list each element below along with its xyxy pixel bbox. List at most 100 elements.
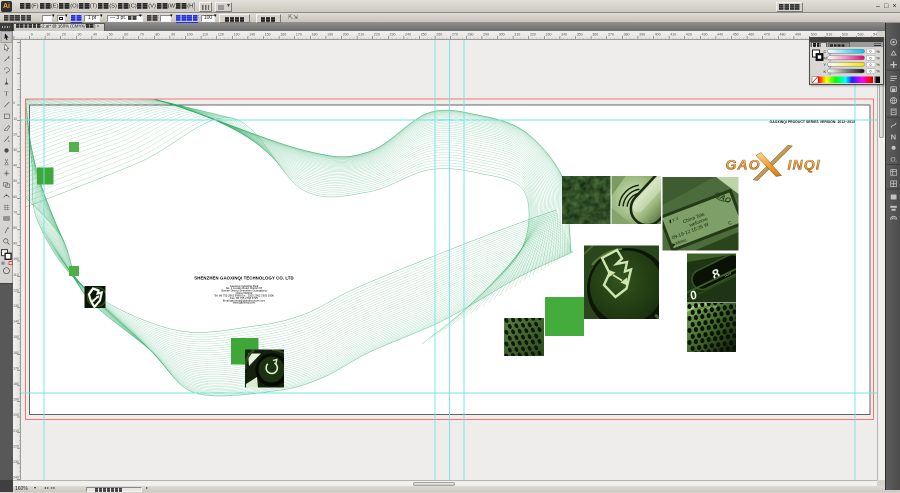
svg-text:60: 60 — [124, 33, 128, 37]
svg-text:190: 190 — [327, 33, 333, 37]
svg-text:www.gaoxinqi.com: www.gaoxinqi.com — [233, 301, 256, 305]
svg-text:120: 120 — [13, 288, 19, 292]
svg-text:180: 180 — [13, 382, 19, 386]
svg-text:N: N — [891, 132, 896, 141]
svg-text:30: 30 — [78, 33, 82, 37]
svg-text:150: 150 — [265, 33, 271, 37]
svg-text:240: 240 — [13, 476, 19, 480]
svg-text:160: 160 — [13, 351, 19, 355]
svg-text:430: 430 — [702, 33, 708, 37]
svg-text:30: 30 — [13, 148, 17, 152]
svg-text:160: 160 — [280, 33, 286, 37]
svg-text:60: 60 — [13, 195, 17, 199]
svg-text:20: 20 — [13, 132, 17, 136]
svg-text:70: 70 — [13, 210, 17, 214]
svg-text:420: 420 — [686, 33, 692, 37]
svg-text:130: 130 — [234, 33, 240, 37]
svg-text:0: 0 — [870, 69, 872, 73]
svg-text:200: 200 — [343, 33, 349, 37]
svg-text:100: 100 — [13, 257, 19, 261]
svg-text:GAOXINQI PRODUCT SERIES VERSIO: GAOXINQI PRODUCT SERIES VERSION: 2012~20… — [770, 120, 856, 124]
svg-text:530: 530 — [858, 33, 864, 37]
svg-text:370: 370 — [608, 33, 614, 37]
svg-text:340: 340 — [561, 33, 567, 37]
svg-text:70: 70 — [140, 33, 144, 37]
svg-text:320: 320 — [530, 33, 536, 37]
svg-text:220: 220 — [374, 33, 380, 37]
svg-text:460: 460 — [748, 33, 754, 37]
svg-text:270: 270 — [452, 33, 458, 37]
svg-text:100: 100 — [187, 33, 193, 37]
svg-text:M: M — [824, 56, 827, 60]
svg-text:350: 350 — [577, 33, 583, 37]
svg-text:280: 280 — [468, 33, 474, 37]
svg-text:380: 380 — [624, 33, 630, 37]
svg-text:250: 250 — [421, 33, 427, 37]
svg-text:140: 140 — [13, 320, 19, 324]
svg-text:C: C — [824, 50, 827, 54]
svg-text:210: 210 — [358, 33, 364, 37]
svg-text:K: K — [824, 69, 827, 73]
svg-text:200: 200 — [13, 413, 19, 417]
svg-text:240: 240 — [405, 33, 411, 37]
svg-text:O,: O, — [890, 157, 897, 164]
svg-text:40: 40 — [13, 164, 17, 168]
svg-text:0: 0 — [870, 62, 872, 66]
svg-text:140: 140 — [249, 33, 255, 37]
svg-text:510: 510 — [826, 33, 832, 37]
svg-text:0: 0 — [870, 49, 872, 53]
svg-text:SHENZHEN GAOXINQI TECHNOLOGY C: SHENZHEN GAOXINQI TECHNOLOGY CO. LTD — [194, 276, 293, 281]
svg-text:90: 90 — [171, 33, 175, 37]
svg-text:150: 150 — [13, 335, 19, 339]
svg-text:210: 210 — [13, 429, 19, 433]
svg-text:230: 230 — [390, 33, 396, 37]
svg-text:10: 10 — [13, 117, 17, 121]
svg-text:490: 490 — [795, 33, 801, 37]
svg-text:330: 330 — [546, 33, 552, 37]
svg-text:500: 500 — [811, 33, 817, 37]
svg-text:80: 80 — [156, 33, 160, 37]
svg-text:120: 120 — [218, 33, 224, 37]
svg-text:110: 110 — [13, 273, 19, 277]
svg-text:110: 110 — [202, 33, 208, 37]
svg-text:400: 400 — [655, 33, 661, 37]
svg-text:410: 410 — [670, 33, 676, 37]
svg-text:40: 40 — [93, 33, 97, 37]
svg-text:INQI: INQI — [788, 157, 821, 173]
svg-text:170: 170 — [296, 33, 302, 37]
svg-text:450: 450 — [733, 33, 739, 37]
svg-text:0: 0 — [13, 101, 15, 105]
svg-text:540: 540 — [873, 33, 877, 37]
svg-text:%: % — [877, 63, 881, 67]
svg-text:50: 50 — [13, 179, 17, 183]
svg-text:10: 10 — [46, 33, 50, 37]
svg-text:Y: Y — [824, 63, 827, 67]
svg-text:520: 520 — [842, 33, 848, 37]
svg-text:%: % — [877, 56, 881, 60]
svg-text:GAO: GAO — [726, 157, 761, 173]
svg-text:230: 230 — [13, 460, 19, 464]
svg-text:T: T — [4, 91, 8, 98]
svg-text:0: 0 — [870, 56, 872, 60]
svg-text:220: 220 — [13, 444, 19, 448]
svg-text:180: 180 — [312, 33, 318, 37]
svg-text:50: 50 — [109, 33, 113, 37]
svg-text:470: 470 — [764, 33, 770, 37]
svg-text:90: 90 — [13, 242, 17, 246]
svg-text:390: 390 — [639, 33, 645, 37]
svg-text:80: 80 — [13, 226, 17, 230]
svg-text:440: 440 — [717, 33, 723, 37]
svg-text:%: % — [877, 69, 881, 73]
svg-text:20: 20 — [62, 33, 66, 37]
svg-text:480: 480 — [780, 33, 786, 37]
svg-text:0: 0 — [31, 33, 33, 37]
svg-text:170: 170 — [13, 366, 19, 370]
svg-text:%: % — [877, 49, 881, 53]
svg-text:190: 190 — [13, 398, 19, 402]
svg-text:300: 300 — [499, 33, 505, 37]
svg-text:260: 260 — [436, 33, 442, 37]
svg-text:310: 310 — [514, 33, 520, 37]
svg-text:290: 290 — [483, 33, 489, 37]
svg-text:130: 130 — [13, 304, 19, 308]
svg-text:360: 360 — [592, 33, 598, 37]
